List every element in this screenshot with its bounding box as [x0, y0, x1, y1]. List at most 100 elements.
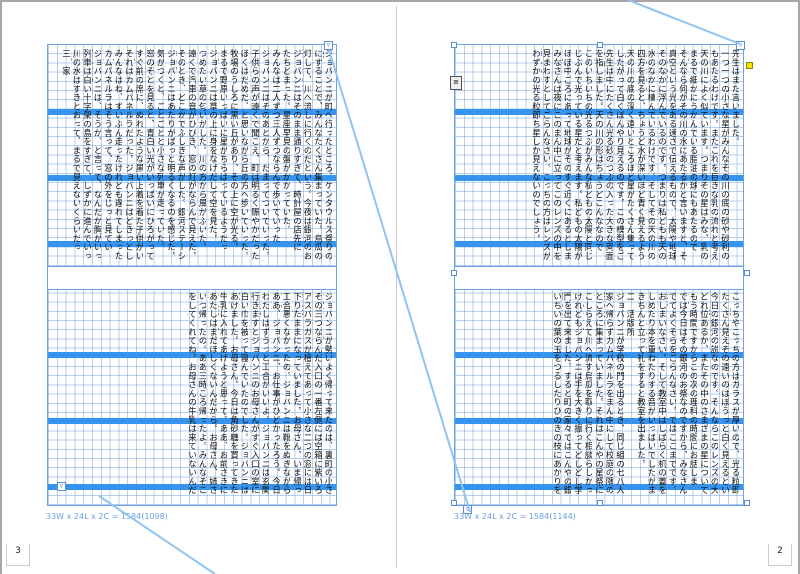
text-line: カムパネルラはそう言って、窓の外をじっと見ていた。: [102, 49, 112, 252]
frame-handle-middle-left[interactable]: [451, 270, 457, 276]
right-frame-outport-icon[interactable]: ▿: [463, 505, 472, 514]
text-line: を指しました。天の川の形はちょうどこんななのです。: [593, 49, 603, 252]
text-line: そんなら何がその川の水にあたるかと言いますと、それは: [677, 49, 687, 261]
text-line: 川の水はすきとおって、まるで見えないくらいだった。: [71, 49, 80, 252]
text-line: したがって白くぼんやり見えるのです。この模型をごらんなさい。: [614, 49, 624, 261]
text-line: あけました。お母さん。今日は角砂糖を買ってきたよ。: [228, 292, 238, 495]
text-line: 遠くで汽車の音がひびき、窓の灯がならんで見えた。: [186, 49, 196, 261]
text-line: しめたり本を重ねたりする音がいっぱいでしたがまもなくみんなは: [646, 292, 655, 495]
text-line: ジョバンニが町へ行ったところ、ケンタウルス祭りの晩: [323, 49, 332, 261]
right-frame-inport-icon[interactable]: ▿: [736, 41, 745, 50]
text-line: そのとき、どこかでふしぎな声がした。銀河ステーション。: [176, 49, 185, 261]
text-line: 四方を見ると、ちょうど水が深いほど青く見えるように: [635, 49, 645, 261]
text-line: こっちやこっちの方はガラスが厚いので、光る粒即ち星が: [730, 292, 739, 495]
frame-handle-bottom-left[interactable]: [451, 500, 457, 506]
text-line: いつ帰ったの。ああ三時ころ帰ったよ。みんなそこら: [197, 292, 206, 495]
frame-handle-bottom-right[interactable]: [744, 500, 750, 506]
text-line: 行きますとジョバンニのお母さんがすぐ入口の室に: [249, 292, 259, 495]
text-line: ぼくはだめだ、と思いながら丘の方へ歩いていった。: [239, 49, 248, 261]
text-line: 見まわすとしてごらんなさい。こっちの方はレンズが薄いので: [541, 49, 550, 261]
text-line: 白い巾を被って寝んでいたのでした。ジョバンニは窓を: [239, 292, 248, 495]
text-line: 気がつくと、ごとごとと小さな列車が走っていた。: [155, 49, 164, 252]
text-line: 水のなかに棲んでいるわけです。そしてその天の川の水のなかから: [646, 49, 655, 261]
text-line: すぐ前の席に、ぬれたような黒い上着を着た子供がいた。: [134, 49, 143, 261]
text-line: 列車は白い十字架の島をすぎて、しずかに進んでいった。: [81, 49, 91, 261]
text-line: ジョバンニは草の上に身をなげだして空を見た。: [207, 49, 217, 243]
text-line: ところに集まっていました。それはこんやの星祭に青いあかりを: [593, 292, 603, 495]
text-line: 三 家: [60, 49, 70, 76]
text-line: たちどまった。星座早見の盤がかかっていた。: [281, 49, 290, 234]
column-gap: [48, 266, 336, 290]
text-line: その三つならんだ入口の一番左側には空箱に紫いろのケールや: [312, 292, 322, 495]
right-frame-grid-info: 33W x 24L x 2C = 1584(1144): [454, 512, 576, 521]
text-line: 下りたままになっていました。お母さん、いま帰ったよ。: [291, 292, 301, 495]
text-line: アスパラガスが植えてあって小さな二つの窓には日覆いが: [302, 292, 311, 495]
left-page-number: 3: [6, 544, 30, 566]
text-line: たくさん見えその遠いのはぼうっと白く見えるという、これがつまり: [719, 292, 729, 495]
text-line: 牛乳に入れてあげようと思って。ああ、お前さきにおあがり。: [218, 292, 227, 495]
text-line: おしまいなさい。そして教室中はしばらく机の蓋をあけたり: [656, 292, 666, 495]
frame-handle-middle-right[interactable]: [744, 270, 750, 276]
text-line: わずかの光る粒即ち星しか見えないのでしょう。: [530, 49, 540, 243]
text-line: でてよくそらをごらんなさい。ではここまでです。本やノートを: [667, 292, 676, 495]
text-line: 灯して、川へ流しに行くのだという。今夜は銀河のお祭りなのだ: [302, 49, 311, 261]
text-line: ジョバンニはそのまま通りすぎて、時計屋の店先に: [291, 49, 301, 252]
note-icon[interactable]: ≡: [450, 76, 462, 90]
text-line: ほぼ中ごろにあって地球がそのすぐ近くにあるとします。: [562, 49, 571, 261]
frame-handle-top-center[interactable]: [597, 42, 603, 48]
text-line: ジョバンニが勢いよく帰って来たのは、裏町の小さな家でした。: [323, 292, 332, 495]
text-line: もあたるわけです。またこれを巨きな乳の流れと考えるならもっと: [709, 49, 718, 261]
text-line: 子供らの声が遠くで聞こえ、町は明るく賑やかだった: [249, 49, 259, 261]
text-line: そのなかに浮んでいるのです。つまりは私どもも天の川の: [656, 49, 666, 261]
text-line: にすることで、みんなたくさん集まっていた。烏瓜のあかりを: [312, 49, 322, 261]
text-line: けれどもジョバンニは手を大きく振ってどしどし学校の: [572, 292, 582, 495]
text-line: 真空という光をある速さで伝えるもので、太陽や地球もやっぱり: [667, 49, 676, 261]
text-line: 先生は中にたくさん光る砂のつぶの入った大きな両面の凸レンズ: [604, 49, 613, 261]
frame-handle-top-left[interactable]: [451, 42, 457, 48]
text-line: みなさんは夜にこのまん中に立ってこのレンズの中を: [551, 49, 561, 261]
left-frame-grid-info: 33W x 24L x 2C = 1584(1098): [46, 512, 168, 521]
text-line: このいちいちの光るつぶがみんな私どもの太陽と同じように: [583, 49, 592, 261]
text-line: あたしはまだほしくないんだから。お母さん、姉さんは: [207, 292, 217, 495]
text-line: 牧場のうしろに黒い丘があり、その上に空が光る。: [228, 49, 238, 252]
text-line: ジョバンニは、そうか、と言って、なんだか胸がいっぱいだった: [92, 49, 101, 261]
corner-options-handle[interactable]: [746, 62, 753, 69]
right-page-number: 2: [768, 544, 792, 566]
text-line: をしてくれてね。お母さんの牛乳は来ていないんだろうか: [186, 292, 196, 495]
text-line: ジョバンニはそのあとから、だまってついていった。: [260, 49, 269, 261]
text-line: 一つ一つの小さな星がみんなその川の底の砂や砂利の粒に: [719, 49, 729, 261]
text-line: では今日はその銀河のお祭なのですから、みなさんは外へ: [677, 292, 687, 495]
text-line: 窓のそとを見ると、青白い光がいっぱいにひろがっていた。: [144, 49, 154, 261]
text-line: 工合悪くなかったの。ジョバンニは靴をぬぎながら言いました: [281, 292, 290, 495]
text-line: 天の川によく似ています。つまりその星はみな、乳のなかに: [698, 49, 708, 261]
text-line: きちんと立って礼をすると教室を出ました。: [635, 292, 645, 468]
text-line: 二 活版所: [625, 292, 634, 336]
text-line: ジョバンニはあたりがぱっと明るくなるのを感じた。: [165, 49, 175, 261]
text-line: こしらえて川へ流す烏瓜を取りに行く相談らしかったのです。: [583, 292, 592, 495]
text-line: いちいの葉の玉をつるしたりひのきの枝にあかりをつけたり: [551, 292, 561, 495]
text-line: じぶんで光っている星だと考えます。私どもの太陽がこの: [572, 49, 582, 261]
text-line: どれ位あるか、またその中のさまざまの星については: [698, 292, 708, 495]
text-line: わたしはずうっと工合がいいよ。ジョバンニは玄関を上って: [260, 292, 269, 495]
column-gap: [455, 266, 743, 290]
frame-handle-bottom-center[interactable]: [597, 500, 603, 506]
text-line: つめたい草の匂いがした。川の方から風がふいた。: [197, 49, 206, 252]
right-page[interactable]: 先生はまた言いました。一つ一つの小さな星がみんなその川の底の砂や砂利の粒にもあた…: [398, 6, 796, 568]
text-line: 天の川の底の深く遠いところほど星がたくさん集って見え: [625, 49, 634, 261]
text-line: 門を出て来ました。すると町の家々ではこんやの銀河の祭りに: [562, 292, 571, 495]
text-line: 先生はまた言いました。: [730, 49, 739, 146]
text-line: ジョバンニが学校の門を出るとき、同じ組の七八人は: [614, 292, 624, 495]
left-frame-outport-icon[interactable]: ▿: [324, 41, 333, 50]
text-line: まるで細かにうかんでいる脂油の球にもあたるのです。: [688, 49, 697, 252]
text-line: まるで野原いっぱいに星がちらばっているようだった。: [218, 49, 227, 252]
text-line: みんなは二人ずつ三人ずつならんで歩いていった: [270, 49, 280, 243]
text-line: ああ、ジョバンニ、お仕事がひどかったろう。今日は涼しくてね: [270, 292, 280, 495]
left-frame-inport-icon[interactable]: ▿: [57, 482, 66, 491]
text-line: 家へ帰らずカムパネルラをまん中にして校庭の隅の桜の木の: [604, 292, 613, 495]
left-text-frame[interactable]: ジョバンニが町へ行ったところ、ケンタウルス祭りの晩にすることで、みんなたくさん集…: [47, 44, 337, 506]
text-line: みんなはね、ずいぶん走ったけれども遅れてしまったよ。: [113, 49, 122, 261]
text-line: もう時間ですからこの次の理科の時間にお話します。: [688, 292, 697, 486]
right-text-frame[interactable]: 先生はまた言いました。一つ一つの小さな星がみんなその川の底の砂や砂利の粒にもあた…: [454, 44, 744, 506]
text-line: それはカムパネルラだった。ジョバンニはどきっとした。: [123, 49, 133, 261]
text-line: 今日の銀河の説なのです。そんならこのレンズの大きさが: [709, 292, 718, 495]
